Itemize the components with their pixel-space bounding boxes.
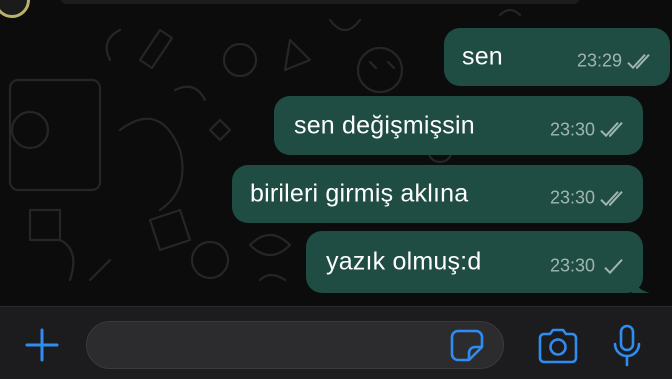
- double-check-icon: [627, 53, 650, 69]
- message-bubble[interactable]: sen değişmişsin 23:30: [274, 96, 643, 155]
- message-time: 23:30: [549, 255, 595, 276]
- message-bubble[interactable]: yazık olmuş:d 23:30: [306, 231, 650, 293]
- message-text: yazık olmuş:d: [326, 247, 482, 276]
- message-time: 23:30: [549, 187, 595, 208]
- message-meta: 23:30: [550, 119, 629, 140]
- message-bubble[interactable]: birileri girmiş aklına 23:30: [232, 165, 643, 223]
- chat-area: sen 23:29 sen değişmişsin 23:30 birileri…: [0, 0, 672, 306]
- mic-icon[interactable]: [612, 324, 642, 368]
- message-input[interactable]: [86, 321, 504, 369]
- bubble-tail: [632, 275, 650, 293]
- sticker-icon[interactable]: [450, 328, 484, 362]
- plus-icon[interactable]: [24, 327, 60, 363]
- camera-icon[interactable]: [536, 326, 580, 366]
- previous-message-edge: [60, 0, 580, 4]
- message-text: sen değişmişsin: [294, 111, 475, 139]
- message-text: sen: [462, 42, 503, 71]
- message-text: birileri girmiş aklına: [250, 179, 469, 208]
- message-meta: 23:30: [550, 256, 629, 277]
- message-meta: 23:29: [577, 51, 656, 72]
- single-check-icon: [604, 258, 623, 274]
- message-bubble[interactable]: sen 23:29: [444, 28, 670, 86]
- message-time: 23:30: [549, 119, 595, 140]
- double-check-icon: [600, 122, 623, 138]
- double-check-icon: [600, 190, 623, 206]
- message-time: 23:29: [576, 50, 622, 71]
- message-meta: 23:30: [550, 188, 629, 209]
